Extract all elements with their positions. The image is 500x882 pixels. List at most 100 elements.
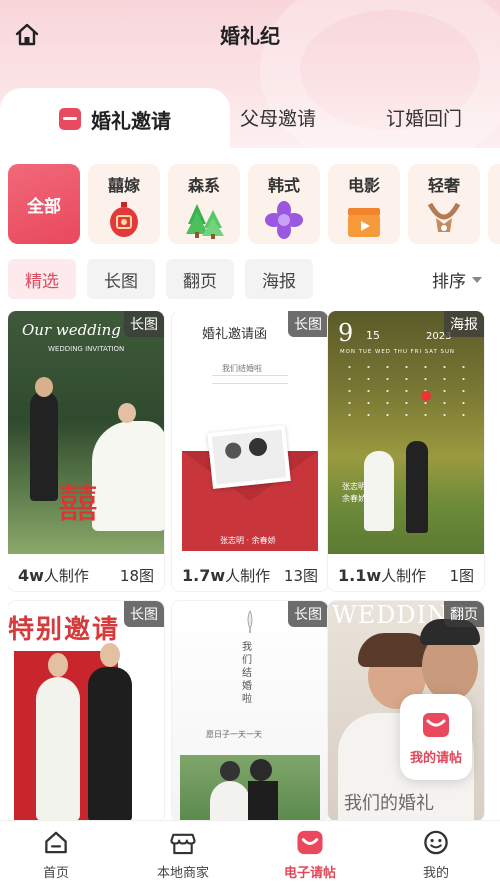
divider: [212, 383, 288, 384]
bottom-nav: 首页 本地商家 电子请帖 我的: [0, 820, 500, 882]
lantern-icon: [110, 202, 138, 237]
sort-label: 排序: [432, 272, 466, 292]
filter-label: 精选: [25, 271, 59, 292]
card-image-mark: 囍: [58, 481, 98, 527]
card-meta: 1.7w人制作 13图: [182, 565, 318, 586]
tabs-underlay: [0, 148, 500, 164]
filter-poster[interactable]: 海报: [245, 259, 313, 299]
trees-icon: [186, 204, 224, 239]
sort-button[interactable]: 排序: [432, 267, 482, 292]
category-row: 全部 囍嫁 森系 韩式 电影 轻奢: [8, 164, 500, 244]
card-usage: 1.1w人制作: [338, 565, 426, 586]
card-image: Our wedding WEDDING INVITATION 囍: [8, 311, 164, 554]
card-image: 特别邀请: [8, 601, 164, 821]
page-title: 婚礼纪: [220, 24, 280, 48]
template-card[interactable]: 9 15 2023 MON TUE WED THU FRI SAT SUN 张志…: [328, 311, 484, 591]
groom-figure: [406, 441, 428, 533]
nav-e-invitation[interactable]: 电子请帖: [260, 829, 360, 881]
filter-featured[interactable]: 精选: [8, 259, 76, 299]
category-label: 轻奢: [427, 176, 460, 195]
category-label: 公: [488, 172, 500, 196]
bride-dress: [364, 451, 394, 531]
category-all[interactable]: 全部: [8, 164, 80, 244]
fab-label: 我的请帖: [409, 750, 462, 766]
tab-parents-invite[interactable]: 父母邀请: [240, 88, 316, 146]
template-card[interactable]: Our wedding WEDDING INVITATION 囍 长图 4w人制…: [8, 311, 164, 591]
category-xijia[interactable]: 囍嫁: [88, 164, 160, 244]
card-usage-suffix: 人制作: [225, 567, 271, 585]
category-movie[interactable]: 电影: [328, 164, 400, 244]
filter-row: 精选 长图 翻页 海报 排序: [8, 259, 492, 299]
nav-label: 本地商家: [156, 866, 209, 881]
card-image-title: 婚礼邀请函: [202, 327, 268, 342]
card-page-count: 18图: [119, 567, 154, 585]
nav-label: 首页: [42, 866, 69, 881]
shop-icon: [170, 833, 196, 855]
category-partial[interactable]: 公: [488, 164, 500, 244]
nav-home[interactable]: 首页: [6, 829, 106, 881]
invitation-icon: [423, 712, 449, 737]
card-page-count: 13图: [283, 567, 318, 585]
photo-frame: [207, 425, 291, 489]
chevron-down-icon: [472, 276, 482, 283]
nav-label: 我的: [422, 866, 449, 881]
category-label: 电影: [347, 176, 380, 195]
tab-label: 婚礼邀请: [91, 108, 171, 133]
card-meta: 4w人制作 18图: [18, 565, 154, 586]
nav-profile[interactable]: 我的: [386, 829, 486, 881]
card-image-subtitle: WEDDING INVITATION: [48, 345, 125, 353]
template-card[interactable]: 婚礼邀请函 我们结婚啦 张志明 · 余春娇 长图 1.7w人制作 13图: [172, 311, 328, 591]
lily-icon: [247, 610, 253, 633]
bride-head: [118, 403, 136, 423]
card-type-badge: 长图: [288, 601, 328, 627]
tab-wedding-invite[interactable]: 婚礼邀请: [0, 88, 230, 150]
card-image-line: 我们结婚啦: [222, 364, 262, 373]
filter-long-image[interactable]: 长图: [87, 259, 155, 299]
home-icon: [45, 831, 67, 854]
tab-bar: 婚礼邀请 父母邀请 订婚回门: [0, 88, 500, 150]
card-image: 我们结婚啦 愿日子一天一天: [172, 601, 328, 821]
tab-engagement[interactable]: 订婚回门: [386, 88, 462, 146]
flower-icon: [265, 201, 303, 239]
my-invitations-button[interactable]: 我的请帖: [400, 694, 472, 780]
card-type-badge: 长图: [124, 311, 164, 337]
category-label: 囍嫁: [107, 176, 140, 195]
card-usage-suffix: 人制作: [43, 567, 89, 585]
card-usage-count: 4w: [18, 566, 44, 585]
groom-figure: [88, 667, 132, 821]
profile-icon: [424, 830, 448, 855]
tab-label: 父母邀请: [240, 107, 317, 130]
category-label: 全部: [27, 197, 61, 217]
filter-label: 海报: [262, 271, 296, 292]
invitation-icon: [59, 108, 81, 130]
calendar-day: 15: [366, 329, 380, 342]
photo: [180, 755, 320, 821]
filter-flip[interactable]: 翻页: [166, 259, 234, 299]
card-image: 9 15 2023 MON TUE WED THU FRI SAT SUN 张志…: [328, 311, 484, 554]
card-usage: 1.7w人制作: [182, 565, 270, 586]
bride-head: [48, 653, 68, 677]
category-korean[interactable]: 韩式: [248, 164, 320, 244]
card-image-title: Our wedding: [22, 321, 121, 339]
category-luxury[interactable]: 轻奢: [408, 164, 480, 244]
calendar-month: 9: [338, 319, 354, 347]
tab-label: 订婚回门: [386, 107, 463, 130]
category-forest[interactable]: 森系: [168, 164, 240, 244]
groom-head: [100, 643, 120, 667]
card-image-names: 张志明 余春娇: [342, 482, 366, 503]
calendar-weekdays: MON TUE WED THU FRI SAT SUN: [340, 349, 455, 355]
card-image-subtitle: 我们的婚礼: [344, 793, 434, 814]
card-usage-count: 1.1w: [338, 566, 382, 585]
nav-label: 电子请帖: [283, 866, 336, 881]
card-usage: 4w人制作: [18, 565, 89, 586]
template-card[interactable]: 特别邀请 长图: [8, 601, 164, 821]
card-type-badge: 翻页: [444, 601, 484, 627]
nav-local-shops[interactable]: 本地商家: [133, 829, 233, 881]
card-page-count: 1图: [449, 567, 474, 585]
divider: [212, 375, 288, 376]
template-card[interactable]: 我们结婚啦 愿日子一天一天 长图: [172, 601, 328, 821]
clapperboard-icon: [348, 208, 380, 237]
card-image-line: 愿日子一天一天: [206, 730, 262, 739]
invitation-icon: [297, 830, 323, 855]
calendar-highlight: [421, 391, 431, 401]
